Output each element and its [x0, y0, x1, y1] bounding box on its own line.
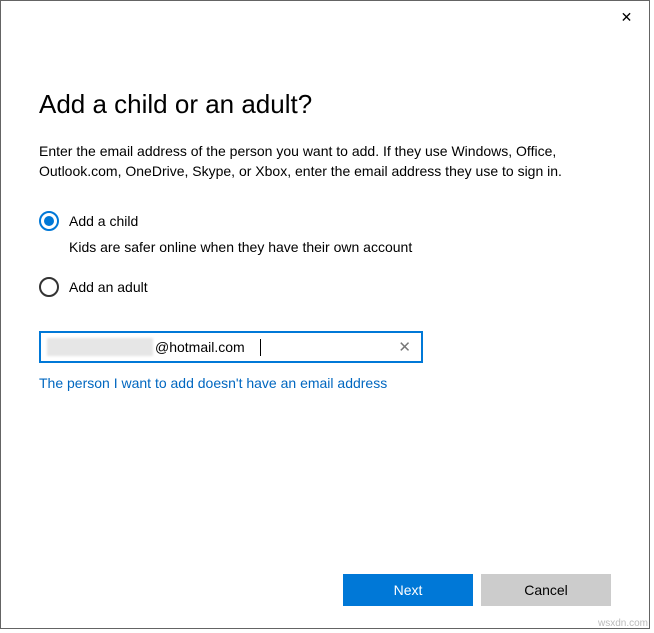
close-button[interactable]: ✕: [604, 1, 649, 31]
titlebar: ✕: [1, 1, 649, 31]
email-suffix: @hotmail.com: [155, 339, 394, 355]
close-icon: ✕: [398, 339, 411, 356]
radio-icon: [39, 211, 59, 231]
email-field[interactable]: @hotmail.com ✕: [39, 331, 423, 363]
radio-add-adult[interactable]: Add an adult: [39, 277, 611, 297]
watermark-text: wsxdn.com: [598, 618, 648, 629]
description-text: Enter the email address of the person yo…: [39, 142, 611, 181]
email-masked-prefix: [47, 338, 153, 356]
dialog-window: ✕ Add a child or an adult? Enter the ema…: [0, 0, 650, 629]
radio-group: Add a child Kids are safer online when t…: [39, 211, 611, 297]
text-caret: [260, 339, 261, 356]
no-email-link[interactable]: The person I want to add doesn't have an…: [39, 375, 611, 391]
next-button[interactable]: Next: [343, 574, 473, 606]
clear-input-button[interactable]: ✕: [394, 338, 415, 356]
button-bar: Next Cancel: [343, 574, 611, 606]
radio-add-adult-label: Add an adult: [69, 279, 148, 295]
page-title: Add a child or an adult?: [39, 89, 611, 120]
dialog-content: Add a child or an adult? Enter the email…: [1, 31, 649, 391]
radio-icon: [39, 277, 59, 297]
radio-add-child-label: Add a child: [69, 213, 138, 229]
cancel-button[interactable]: Cancel: [481, 574, 611, 606]
close-icon: ✕: [621, 9, 633, 26]
radio-add-child[interactable]: Add a child: [39, 211, 611, 231]
radio-add-child-hint: Kids are safer online when they have the…: [69, 239, 611, 255]
